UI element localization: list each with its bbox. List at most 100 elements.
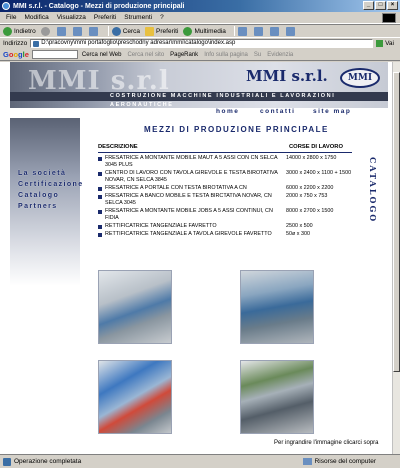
machine-photo-1[interactable] <box>98 270 172 344</box>
window-title: MMI s.r.l. - Catalogo - Mezzi di produzi… <box>13 2 185 10</box>
up-button[interactable]: Su <box>254 52 261 58</box>
row-description: FRESATRICE A MONTANTE MOBILE MAUT A 5 AS… <box>105 155 278 168</box>
photo-caption: Per ingrandire l'immagine clicarci sopra <box>274 440 379 446</box>
forward-arrow-icon <box>40 26 50 36</box>
google-logo[interactable]: Google <box>3 50 29 59</box>
minimize-button[interactable]: _ <box>363 1 374 10</box>
vertical-scrollbar[interactable] <box>392 62 400 454</box>
toolbar-separator <box>233 26 235 36</box>
back-button[interactable]: Indietro <box>3 26 36 36</box>
status-text: Operazione completata <box>14 458 82 465</box>
back-label: Indietro <box>14 27 36 35</box>
row-bullet <box>98 157 102 161</box>
row-bullet <box>98 195 102 199</box>
search-web-button[interactable]: Cerca nel Web <box>82 52 122 58</box>
windows-logo-icon <box>382 13 396 23</box>
ie-icon <box>2 2 10 10</box>
section-title: MEZZI DI PRODUZIONE PRINCIPALE <box>144 125 329 134</box>
go-label: Vai <box>385 40 394 47</box>
media-icon <box>183 26 193 36</box>
page-status-icon <box>3 457 11 466</box>
row-dimensions: 2500 x 500 <box>286 223 313 229</box>
address-bar: Indirizzo D:\pracovny\mmi portafoglio\pr… <box>0 38 400 49</box>
print-button[interactable] <box>269 26 281 36</box>
toolbar: Indietro Cerca Preferiti Multimedia <box>0 24 400 38</box>
refresh-icon <box>72 26 82 36</box>
mmi-badge-logo: MMI <box>340 68 380 88</box>
home-button[interactable] <box>88 26 100 36</box>
highlight-button[interactable]: Evidenzia <box>267 52 293 58</box>
edit-button[interactable] <box>285 26 297 36</box>
home-icon <box>88 26 98 36</box>
row-dimensions: 14000 x 2800 x 1750 <box>286 155 337 161</box>
menu-help[interactable]: ? <box>160 14 164 21</box>
pagerank-indicator[interactable]: PageRank <box>170 52 198 58</box>
search-button[interactable]: Cerca <box>111 26 141 36</box>
row-description: FRESATRICE A PORTALE CON TESTA BIROTATIV… <box>105 185 247 191</box>
header-tagline: COSTRUZIONE MACCHINE INDUSTRIALI E LAVOR… <box>10 92 388 108</box>
search-label: Cerca <box>122 27 141 35</box>
table-row: CENTRO DI LAVORO CON TAVOLA GIREVOLE E T… <box>98 170 352 184</box>
table-row: FRESATRICE A MONTANTE MOBILE JOBS A 5 AS… <box>98 208 352 222</box>
row-dimensions: 3000 x 2400 x 1100 + 1500 <box>286 170 352 176</box>
search-site-button[interactable]: Cerca nel sito <box>127 52 164 58</box>
nav-site-map[interactable]: site map <box>313 108 351 115</box>
mail-icon <box>253 26 263 36</box>
address-input[interactable]: D:\pracovny\mmi portafoglio\preschodny a… <box>30 39 374 48</box>
menubar: File Modifica Visualizza Preferiti Strum… <box>0 12 400 24</box>
address-label: Indirizzo <box>3 40 28 47</box>
equipment-table: FRESATRICE A MONTANTE MOBILE MAUT A 5 AS… <box>98 155 352 239</box>
table-header: DESCRIZIONE CORSE DI LAVORO <box>98 144 352 153</box>
row-dimensions: 50ø x 300 <box>286 231 310 237</box>
computer-icon <box>302 458 312 465</box>
nav-home[interactable]: home <box>216 108 239 115</box>
stop-icon <box>56 26 66 36</box>
row-bullet <box>98 187 102 191</box>
star-icon <box>145 26 155 36</box>
forward-button[interactable] <box>40 26 52 36</box>
sidenav-certificazione[interactable]: Certificazione <box>18 181 84 188</box>
sidenav-catalogo[interactable]: Catalogo <box>18 192 84 199</box>
history-icon <box>237 26 247 36</box>
favorites-button[interactable]: Preferiti <box>145 26 179 36</box>
row-dimensions: 2000 x 750 x 753 <box>286 193 328 199</box>
machine-photo-2[interactable] <box>240 270 314 344</box>
stop-button[interactable] <box>56 26 68 36</box>
machine-photo-3[interactable] <box>98 360 172 434</box>
history-button[interactable] <box>237 26 249 36</box>
media-button[interactable]: Multimedia <box>183 26 226 36</box>
menu-preferiti[interactable]: Preferiti <box>94 14 116 21</box>
mail-button[interactable] <box>253 26 265 36</box>
print-icon <box>269 26 279 36</box>
menu-visualizza[interactable]: Visualizza <box>57 14 86 21</box>
go-button[interactable]: Vai <box>376 40 394 47</box>
catalog-vertical-label: CATALOGO <box>368 157 378 224</box>
toolbar-separator <box>107 26 109 36</box>
security-zone: Risorse del computer <box>302 458 376 465</box>
machine-photo-4[interactable] <box>240 360 314 434</box>
sidenav-la-societa[interactable]: La società <box>18 170 84 177</box>
page-info-button[interactable]: Info sulla pagina <box>204 52 248 58</box>
row-bullet <box>98 210 102 214</box>
menu-file[interactable]: File <box>6 14 16 21</box>
scrollbar-thumb[interactable] <box>393 72 400 372</box>
zone-text: Risorse del computer <box>314 458 376 465</box>
google-toolbar: Google Cerca nel Web Cerca nel sito Page… <box>0 49 400 61</box>
row-description: RETTIFICATRICE TANGENZIALE A TAVOLA GIRE… <box>105 231 272 237</box>
refresh-button[interactable] <box>72 26 84 36</box>
table-row: RETTIFICATRICE TANGENZIALE FAVRETTO 2500… <box>98 223 352 230</box>
google-search-input[interactable] <box>31 50 78 59</box>
favorites-label: Preferiti <box>156 27 179 35</box>
menu-strumenti[interactable]: Strumenti <box>124 14 152 21</box>
maximize-button[interactable]: □ <box>375 1 386 10</box>
row-bullet <box>98 172 102 176</box>
side-navigation: La società Certificazione Catalogo Partn… <box>18 170 84 214</box>
go-arrow-icon <box>376 40 384 47</box>
top-navigation: home contatti site map <box>10 108 388 118</box>
close-button[interactable]: × <box>387 1 398 10</box>
nav-contatti[interactable]: contatti <box>260 108 295 115</box>
table-row: RETTIFICATRICE TANGENZIALE A TAVOLA GIRE… <box>98 231 352 238</box>
sidenav-partners[interactable]: Partners <box>18 203 84 210</box>
menu-modifica[interactable]: Modifica <box>24 14 48 21</box>
site-logo-title: MMI s.r.l. <box>246 67 328 85</box>
